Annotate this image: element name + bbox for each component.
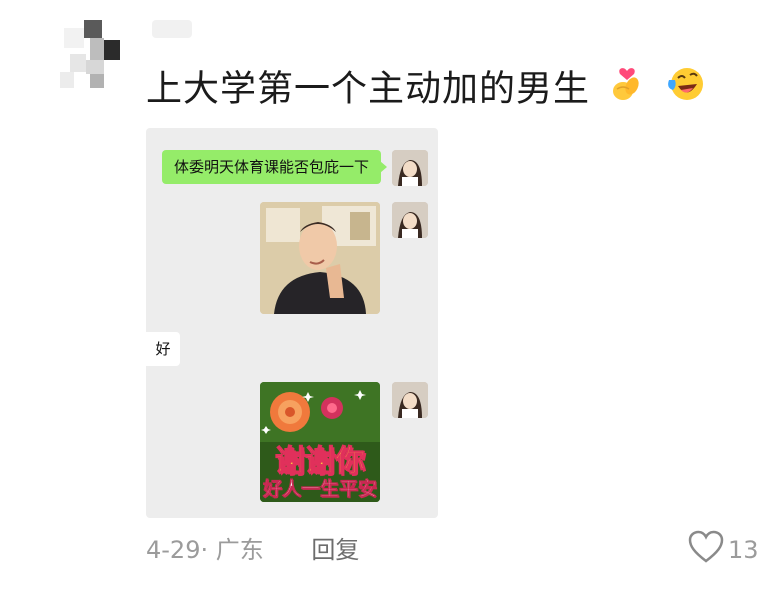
like-button[interactable]: 13 [688,530,759,570]
laughing-crying-emoji-icon [665,64,705,117]
sticker-text-blessing: 好人一生平安 [262,478,378,501]
username-blurred[interactable] [152,20,192,38]
chat-avatar-self [392,150,428,186]
sent-message-bubble: 体委明天体育课能否包庇一下 [162,150,388,184]
chat-avatar-self [392,202,428,238]
begging-man-sticker [260,202,380,314]
comment-footer: 4-29· 广东 回复 [146,530,359,570]
avatar[interactable] [50,10,130,100]
chat-avatar-self [392,382,428,418]
chat-screenshot-image[interactable]: 体委明天体育课能否包庇一下 好 谢谢你 好人一生平安 [146,128,438,518]
received-message-bubble: 好 [146,332,180,366]
comment-body: 上大学第一个主动加的男生 [146,68,591,110]
like-count: 13 [728,536,759,564]
thank-you-rose-sticker: 谢谢你 好人一生平安 [260,382,380,502]
comment-text: 上大学第一个主动加的男生 [146,64,705,117]
heart-icon[interactable] [688,530,728,570]
pinched-heart-fingers-icon [608,65,646,116]
reply-button[interactable]: 回复 [311,536,359,564]
comment-meta: 4-29· 广东 [146,536,264,564]
